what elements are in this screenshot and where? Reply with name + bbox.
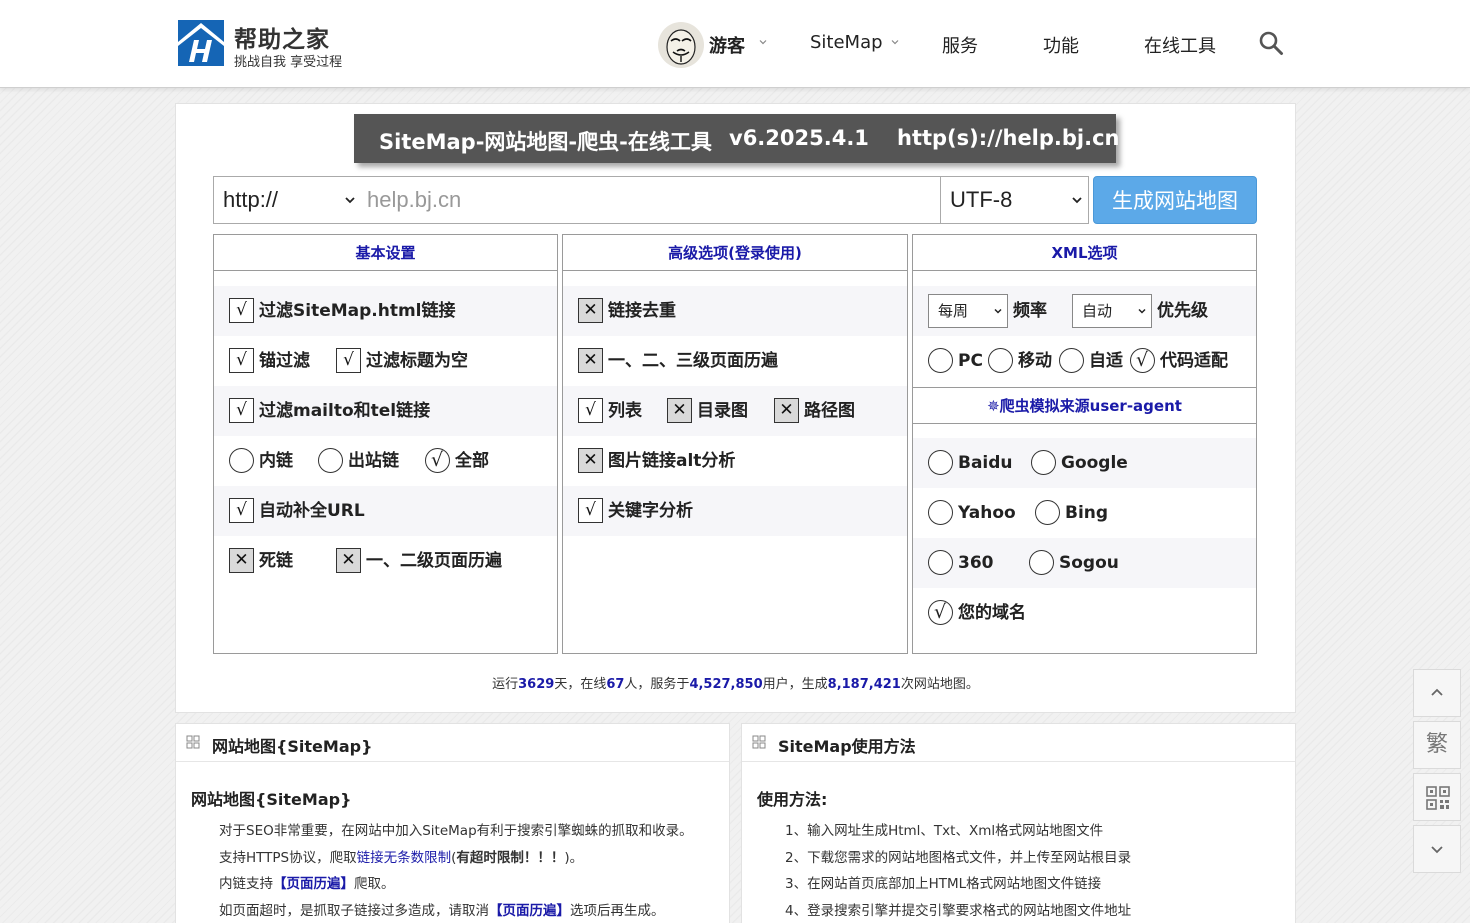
usage-stats: 运行3629天，在线67人，服务于4,527,850用户，生成8,187,421… xyxy=(492,677,979,692)
spider-icon: ✵ xyxy=(987,397,1000,415)
generate-sitemap-button[interactable]: 生成网站地图 xyxy=(1093,176,1257,224)
radio-unchecked xyxy=(928,348,953,373)
grid-icon xyxy=(752,735,766,749)
traditional-chinese-button[interactable]: 繁 xyxy=(1413,721,1461,769)
advanced-options-heading: 高级选项(登录使用) xyxy=(563,235,907,271)
sitemap-intro-panel: 网站地图{SiteMap} 网站地图{SiteMap} 对于SEO非常重要，在网… xyxy=(175,723,730,923)
encoding-value: UTF-8 xyxy=(950,187,1013,212)
checkbox-unchecked: ✕ xyxy=(667,398,692,423)
stat-days: 3629 xyxy=(518,677,555,692)
user-menu[interactable]: 游客 xyxy=(709,32,745,58)
checkbox-unchecked: ✕ xyxy=(336,548,361,573)
xml-options-panel: XML选项 每周 频率 自动 优先级 PC 移动 自适 代码适配 ✵爬虫模拟来源… xyxy=(912,234,1257,654)
tool-site: http(s)://help.bj.cn xyxy=(897,126,1120,150)
xml-options-heading: XML选项 xyxy=(913,235,1256,271)
radio-unchecked xyxy=(928,500,953,525)
priority-label: 优先级 xyxy=(1157,301,1208,321)
intro-line-3: 内链支持【页面历遍】爬取。 xyxy=(219,876,395,892)
basic-settings-heading: 基本设置 xyxy=(214,235,557,271)
radio-unchecked xyxy=(1059,348,1084,373)
chevron-down-icon xyxy=(345,197,355,204)
radio-unchecked xyxy=(1029,550,1054,575)
qr-code-icon xyxy=(1426,786,1450,810)
checkbox-checked: √ xyxy=(336,348,361,373)
chevron-down-icon xyxy=(994,308,1002,314)
grid-icon xyxy=(186,735,200,749)
advanced-options-panel: 高级选项(登录使用) ✕ 链接去重 ✕ 一、二、三级页面历遍 √ 列表 ✕ 目录图 ✕ 路… xyxy=(562,234,908,654)
nav-sitemap[interactable]: SiteMap xyxy=(810,32,883,53)
scroll-bottom-button[interactable] xyxy=(1413,825,1461,873)
checkbox-checked: √ xyxy=(229,348,254,373)
radio-unchecked xyxy=(1035,500,1060,525)
radio-unchecked xyxy=(928,450,953,475)
intro-line-4: 如页面超时，是抓取子链接过多造成，请取消【页面历遍】选项后再生成。 xyxy=(219,903,665,919)
panel-subtitle: 使用方法: xyxy=(757,790,828,809)
tool-version: v6.2025.4.1 xyxy=(729,126,869,150)
usage-step: 1、输入网址生成Html、Txt、Xml格式网站地图文件 xyxy=(785,823,1104,839)
radio-checked xyxy=(928,587,953,637)
checkbox-unchecked: ✕ xyxy=(578,298,603,323)
radio-unchecked xyxy=(1031,450,1056,475)
search-icon[interactable] xyxy=(1258,30,1284,56)
scroll-top-button[interactable] xyxy=(1413,669,1461,717)
panel-title: SiteMap使用方法 xyxy=(778,737,916,756)
usage-step: 3、在网站首页底部加上HTML格式网站地图文件链接 xyxy=(785,876,1102,892)
priority-select[interactable]: 自动 xyxy=(1072,294,1152,328)
checkbox-checked: √ xyxy=(578,398,603,423)
checkbox-unchecked: ✕ xyxy=(774,398,799,423)
checkbox-checked: √ xyxy=(229,398,254,423)
unlimited-links-link[interactable]: 链接无条数限制 xyxy=(357,850,452,866)
frequency-select[interactable]: 每周 xyxy=(928,294,1008,328)
chevron-down-icon xyxy=(1431,846,1443,854)
checkbox-checked: √ xyxy=(229,498,254,523)
nav-services[interactable]: 服务 xyxy=(942,32,978,58)
top-navbar: 帮助之家 挑战自我 享受过程 游客 SiteMap 服务 功能 在线工具 xyxy=(0,0,1470,88)
panel-subtitle: 网站地图{SiteMap} xyxy=(191,790,352,809)
brand-name[interactable]: 帮助之家 xyxy=(234,20,330,54)
checkbox-unchecked: ✕ xyxy=(578,448,603,473)
panel-title: 网站地图{SiteMap} xyxy=(212,737,373,756)
brand-slogan: 挑战自我 享受过程 xyxy=(234,55,343,70)
chevron-up-icon xyxy=(1431,688,1443,696)
radio-unchecked xyxy=(988,348,1013,373)
checkbox-checked: √ xyxy=(229,298,254,323)
stat-users: 4,527,850 xyxy=(689,677,763,692)
chevron-down-icon xyxy=(759,40,767,45)
protocol-select[interactable]: http:// xyxy=(213,176,362,224)
intro-line-1: 对于SEO非常重要，在网站中加入SiteMap有利于搜索引擎蜘蛛的抓取和收录。 xyxy=(219,823,693,839)
tool-title-banner: SiteMap-网站地图-爬虫-在线工具 v6.2025.4.1 http(s)… xyxy=(354,114,1120,163)
chevron-down-icon xyxy=(1072,197,1082,204)
qr-code-button[interactable] xyxy=(1413,773,1461,821)
nav-features[interactable]: 功能 xyxy=(1043,32,1079,58)
radio-checked xyxy=(425,435,450,485)
checkbox-checked: √ xyxy=(578,498,603,523)
frequency-label: 频率 xyxy=(1013,301,1047,321)
sitemap-usage-panel: SiteMap使用方法 使用方法: 1、输入网址生成Html、Txt、Xml格式… xyxy=(741,723,1296,923)
protocol-value: http:// xyxy=(223,187,279,212)
radio-checked xyxy=(1130,335,1155,385)
radio-unchecked xyxy=(318,448,343,473)
user-avatar[interactable] xyxy=(658,22,704,68)
radio-unchecked xyxy=(928,550,953,575)
chevron-down-icon xyxy=(1138,308,1146,314)
basic-settings-panel: 基本设置 √ 过滤SiteMap.html链接 √ 锚过滤 √ 过滤标题为空 √ 过滤m… xyxy=(213,234,558,654)
checkbox-unchecked: ✕ xyxy=(229,548,254,573)
usage-step: 4、登录搜索引擎并提交引擎要求格式的网站地图文件地址 xyxy=(785,903,1132,919)
checkbox-unchecked: ✕ xyxy=(578,348,603,373)
radio-unchecked xyxy=(229,448,254,473)
chevron-down-icon xyxy=(891,40,899,45)
stat-maps: 8,187,421 xyxy=(827,677,901,692)
stat-online: 67 xyxy=(606,677,625,692)
tool-title: SiteMap-网站地图-爬虫-在线工具 xyxy=(379,130,712,154)
site-logo[interactable] xyxy=(178,20,224,66)
usage-step: 2、下载您需求的网站地图格式文件，并上传至网站根目录 xyxy=(785,850,1132,866)
url-input[interactable] xyxy=(361,176,941,224)
user-agent-heading: ✵爬虫模拟来源user-agent xyxy=(913,387,1256,424)
encoding-select[interactable]: UTF-8 xyxy=(940,176,1089,224)
intro-line-2: 支持HTTPS协议，爬取链接无条数限制(有超时限制！！！)。 xyxy=(219,850,584,866)
nav-online-tools[interactable]: 在线工具 xyxy=(1144,32,1216,58)
